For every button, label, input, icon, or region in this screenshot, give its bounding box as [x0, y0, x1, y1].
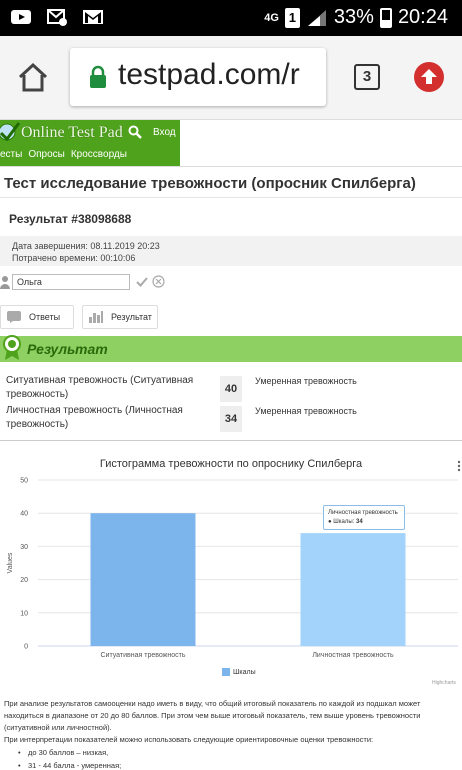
y-tick-label: 30	[20, 544, 28, 551]
battery-icon	[379, 7, 392, 28]
chart-tooltip: Личностная тревожность ● Шкалы: 34	[323, 505, 405, 530]
search-icon[interactable]	[128, 125, 142, 139]
y-axis-label: Values	[7, 552, 14, 573]
user-icon	[0, 276, 10, 289]
scale-interpretation: Умеренная тревожность	[255, 406, 357, 416]
y-tick-label: 40	[20, 511, 28, 518]
completion-date: Дата завершения: 08.11.2019 20:23	[12, 241, 160, 251]
nav-crosswords[interactable]: Кроссворды	[71, 149, 127, 160]
interpretation-intro: При интерпретации показателей можно испо…	[4, 735, 374, 744]
nav-tests[interactable]: есты	[0, 149, 22, 160]
y-tick-label: 10	[20, 610, 28, 617]
legend-label: Шкалы	[233, 668, 256, 676]
status-bar: 4G 1 33% 20:24	[0, 0, 462, 36]
bar	[90, 513, 196, 646]
nav-polls[interactable]: Опросы	[28, 149, 65, 160]
scale-name: Личностная тревожность (Личностная трево…	[6, 405, 183, 430]
tab-result-label: Результат	[111, 312, 152, 322]
gmail-icon	[83, 10, 103, 24]
clear-icon[interactable]	[152, 275, 165, 288]
tab-result[interactable]: Результат	[82, 305, 158, 329]
site-header: Online Test Pad Вход есты Опросы Кроссво…	[0, 120, 180, 166]
scale-row: Ситуативная тревожность (Ситуативная тре…	[0, 374, 462, 404]
x-tick-label: Ситуативная тревожность	[101, 652, 186, 659]
site-nav: есты Опросы Кроссворды	[0, 149, 127, 160]
sim-icon: 1	[284, 7, 300, 28]
signal-icon	[307, 9, 326, 26]
chart: 0 10 20 30 40 50 Values Ситуативная тревожность…	[0, 446, 462, 691]
result-heading: Результат	[27, 341, 108, 357]
scale-value: 34	[220, 406, 242, 432]
interpretation-list: до 30 баллов – низкая, 31 - 44 балла - у…	[18, 746, 121, 770]
answers-icon	[7, 311, 21, 323]
bar-chart-icon	[89, 311, 103, 323]
chart-svg: 0 10 20 30 40 50 Values Ситуативная тревожность…	[7, 478, 458, 659]
address-bar[interactable]: testpad.com/r	[70, 48, 326, 106]
update-icon[interactable]	[414, 62, 444, 92]
time-spent: Потрачено времени: 00:10:06	[12, 253, 136, 263]
bar	[300, 533, 406, 646]
network-type: 4G	[264, 11, 279, 24]
logo-icon	[0, 122, 20, 142]
result-meta: Дата завершения: 08.11.2019 20:23 Потрач…	[0, 236, 462, 266]
chart-title: Гистограмма тревожности по опроснику Спи…	[99, 458, 363, 470]
user-name-field[interactable]: Ольга	[12, 274, 130, 290]
scale-row: Личностная тревожность (Личностная трево…	[0, 404, 462, 434]
list-item: 31 - 44 балла - умеренная;	[18, 759, 121, 770]
youtube-icon	[11, 10, 31, 24]
user-row: Ольга	[0, 271, 462, 295]
chart-credits[interactable]: Highcharts	[432, 680, 456, 686]
divider	[0, 440, 462, 441]
scale-name: Ситуативная тревожность (Ситуативная тре…	[6, 375, 194, 400]
lock-icon	[90, 65, 106, 88]
tab-answers[interactable]: Ответы	[0, 305, 74, 329]
scale-interpretation: Умеренная тревожность	[255, 376, 357, 386]
tooltip-label: Личностная тревожность	[328, 510, 398, 516]
site-logo[interactable]: Online Test Pad	[21, 124, 123, 142]
list-item: до 30 баллов – низкая,	[18, 746, 121, 759]
url-text[interactable]: testpad.com/r	[118, 58, 300, 92]
y-tick-label: 20	[20, 577, 28, 584]
scale-value: 40	[220, 376, 242, 402]
result-number: Результат #38098688	[9, 212, 132, 226]
clock: 20:24	[397, 6, 448, 28]
check-icon[interactable]	[136, 276, 148, 288]
chart-menu-icon[interactable]	[456, 459, 462, 473]
tooltip-series: Шкалы	[333, 519, 353, 525]
page-title: Тест исследование тревожности (опросник …	[0, 166, 462, 198]
tab-switcher-button[interactable]: 3	[354, 64, 380, 90]
interpretation-paragraph: При анализе результатов самооценки надо …	[4, 699, 421, 732]
browser-toolbar: testpad.com/r 3	[0, 36, 462, 120]
x-tick-label: Личностная тревожность	[312, 652, 394, 659]
y-tick-label: 0	[24, 644, 28, 651]
chart-legend[interactable]: Шкалы	[222, 668, 256, 676]
home-icon[interactable]	[16, 60, 50, 94]
badge-icon	[3, 335, 21, 360]
tooltip-value: 34	[356, 519, 363, 525]
legend-swatch	[222, 668, 230, 676]
battery-percent: 33%	[333, 6, 374, 28]
y-tick-label: 50	[20, 478, 28, 485]
result-banner: Результат	[0, 335, 462, 362]
login-link[interactable]: Вход	[153, 127, 176, 138]
tab-answers-label: Ответы	[29, 312, 61, 322]
sms-icon	[47, 9, 67, 26]
